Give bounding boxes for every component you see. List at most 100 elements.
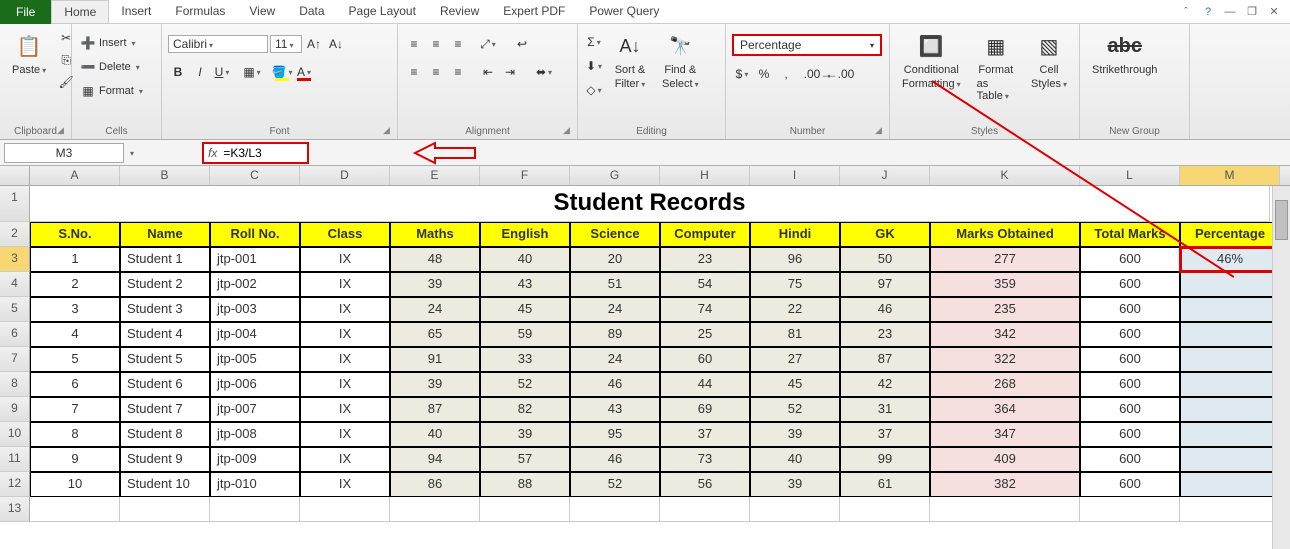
- percentage-cell[interactable]: [1180, 347, 1280, 372]
- header-cell[interactable]: Roll No.: [210, 222, 300, 247]
- cell[interactable]: 87: [390, 397, 480, 422]
- percent-format-icon[interactable]: %: [754, 64, 774, 84]
- scrollbar-thumb[interactable]: [1275, 200, 1288, 240]
- cell[interactable]: 45: [750, 372, 840, 397]
- cell[interactable]: 81: [750, 322, 840, 347]
- cell[interactable]: jtp-002: [210, 272, 300, 297]
- cell[interactable]: 39: [750, 472, 840, 497]
- percentage-cell[interactable]: [1180, 322, 1280, 347]
- cell[interactable]: 73: [660, 447, 750, 472]
- cell[interactable]: IX: [300, 447, 390, 472]
- cell[interactable]: 39: [480, 422, 570, 447]
- column-header-D[interactable]: D: [300, 166, 390, 185]
- cell[interactable]: 25: [660, 322, 750, 347]
- cell[interactable]: jtp-006: [210, 372, 300, 397]
- merge-center-icon[interactable]: ⬌: [534, 62, 554, 82]
- cell[interactable]: 97: [840, 272, 930, 297]
- number-format-select[interactable]: Percentage▾: [732, 34, 882, 56]
- cell[interactable]: 268: [930, 372, 1080, 397]
- cell[interactable]: 5: [30, 347, 120, 372]
- cell[interactable]: 57: [480, 447, 570, 472]
- cell[interactable]: Student 2: [120, 272, 210, 297]
- cell[interactable]: 382: [930, 472, 1080, 497]
- cell[interactable]: 6: [30, 372, 120, 397]
- cell[interactable]: 600: [1080, 422, 1180, 447]
- underline-button[interactable]: U: [212, 62, 232, 82]
- cell[interactable]: [1080, 497, 1180, 522]
- cell[interactable]: 99: [840, 447, 930, 472]
- cell[interactable]: 54: [660, 272, 750, 297]
- header-cell[interactable]: Class: [300, 222, 390, 247]
- cell[interactable]: Student 7: [120, 397, 210, 422]
- find-select-button[interactable]: 🔭 Find & Select: [656, 28, 705, 92]
- cell[interactable]: 9: [30, 447, 120, 472]
- cell[interactable]: 48: [390, 247, 480, 272]
- sort-filter-button[interactable]: A↓ Sort & Filter: [608, 28, 652, 92]
- cell[interactable]: 82: [480, 397, 570, 422]
- bold-button[interactable]: B: [168, 62, 188, 82]
- row-header[interactable]: 2: [0, 222, 30, 247]
- cell[interactable]: 409: [930, 447, 1080, 472]
- dialog-launcher-icon[interactable]: ◢: [563, 125, 575, 137]
- align-center-icon[interactable]: ≡: [426, 62, 446, 82]
- cell[interactable]: IX: [300, 422, 390, 447]
- column-header-K[interactable]: K: [930, 166, 1080, 185]
- cell[interactable]: 3: [30, 297, 120, 322]
- cell[interactable]: 600: [1080, 247, 1180, 272]
- row-header[interactable]: 3: [0, 247, 30, 272]
- fill-color-button[interactable]: 🪣: [272, 62, 292, 82]
- tab-insert[interactable]: Insert: [109, 0, 163, 23]
- cell[interactable]: [660, 497, 750, 522]
- name-box[interactable]: M3: [4, 143, 124, 163]
- cell[interactable]: 52: [750, 397, 840, 422]
- tab-home[interactable]: Home: [51, 0, 109, 23]
- italic-button[interactable]: I: [190, 62, 210, 82]
- cell[interactable]: 600: [1080, 322, 1180, 347]
- file-tab[interactable]: File: [0, 0, 51, 24]
- cell[interactable]: 87: [840, 347, 930, 372]
- row-header[interactable]: 12: [0, 472, 30, 497]
- cell[interactable]: IX: [300, 272, 390, 297]
- cell[interactable]: Student 3: [120, 297, 210, 322]
- percentage-cell[interactable]: [1180, 372, 1280, 397]
- cell[interactable]: 600: [1080, 447, 1180, 472]
- column-header-B[interactable]: B: [120, 166, 210, 185]
- align-right-icon[interactable]: ≡: [448, 62, 468, 82]
- select-all-button[interactable]: [0, 166, 30, 185]
- cell[interactable]: [750, 497, 840, 522]
- cell[interactable]: 359: [930, 272, 1080, 297]
- cell[interactable]: 347: [930, 422, 1080, 447]
- font-name-select[interactable]: Calibri: [168, 35, 268, 53]
- cell[interactable]: 91: [390, 347, 480, 372]
- cell[interactable]: 7: [30, 397, 120, 422]
- cell[interactable]: 364: [930, 397, 1080, 422]
- cell[interactable]: 75: [750, 272, 840, 297]
- paste-button[interactable]: 📋 Paste: [6, 28, 52, 78]
- window-restore-icon[interactable]: ❐: [1244, 4, 1260, 20]
- help-icon[interactable]: ?: [1200, 4, 1216, 20]
- cell[interactable]: 24: [570, 347, 660, 372]
- row-header[interactable]: 5: [0, 297, 30, 322]
- cell[interactable]: 74: [660, 297, 750, 322]
- fill-icon[interactable]: ⬇: [584, 56, 604, 76]
- cell[interactable]: 65: [390, 322, 480, 347]
- cell[interactable]: Student 9: [120, 447, 210, 472]
- cell[interactable]: 60: [660, 347, 750, 372]
- cell[interactable]: [120, 497, 210, 522]
- cell[interactable]: 24: [390, 297, 480, 322]
- title-cell[interactable]: Student Records: [30, 186, 1270, 222]
- accounting-format-icon[interactable]: $: [732, 64, 752, 84]
- header-cell[interactable]: Science: [570, 222, 660, 247]
- cell[interactable]: [210, 497, 300, 522]
- cell[interactable]: IX: [300, 322, 390, 347]
- cell[interactable]: 31: [840, 397, 930, 422]
- decrease-decimal-icon[interactable]: ←.00: [830, 64, 850, 84]
- cell[interactable]: 42: [840, 372, 930, 397]
- column-header-I[interactable]: I: [750, 166, 840, 185]
- increase-font-icon[interactable]: A↑: [304, 34, 324, 54]
- cell[interactable]: 40: [390, 422, 480, 447]
- row-header[interactable]: 6: [0, 322, 30, 347]
- cell[interactable]: [570, 497, 660, 522]
- strikethrough-button[interactable]: abc Strikethrough: [1086, 28, 1163, 78]
- cell[interactable]: 86: [390, 472, 480, 497]
